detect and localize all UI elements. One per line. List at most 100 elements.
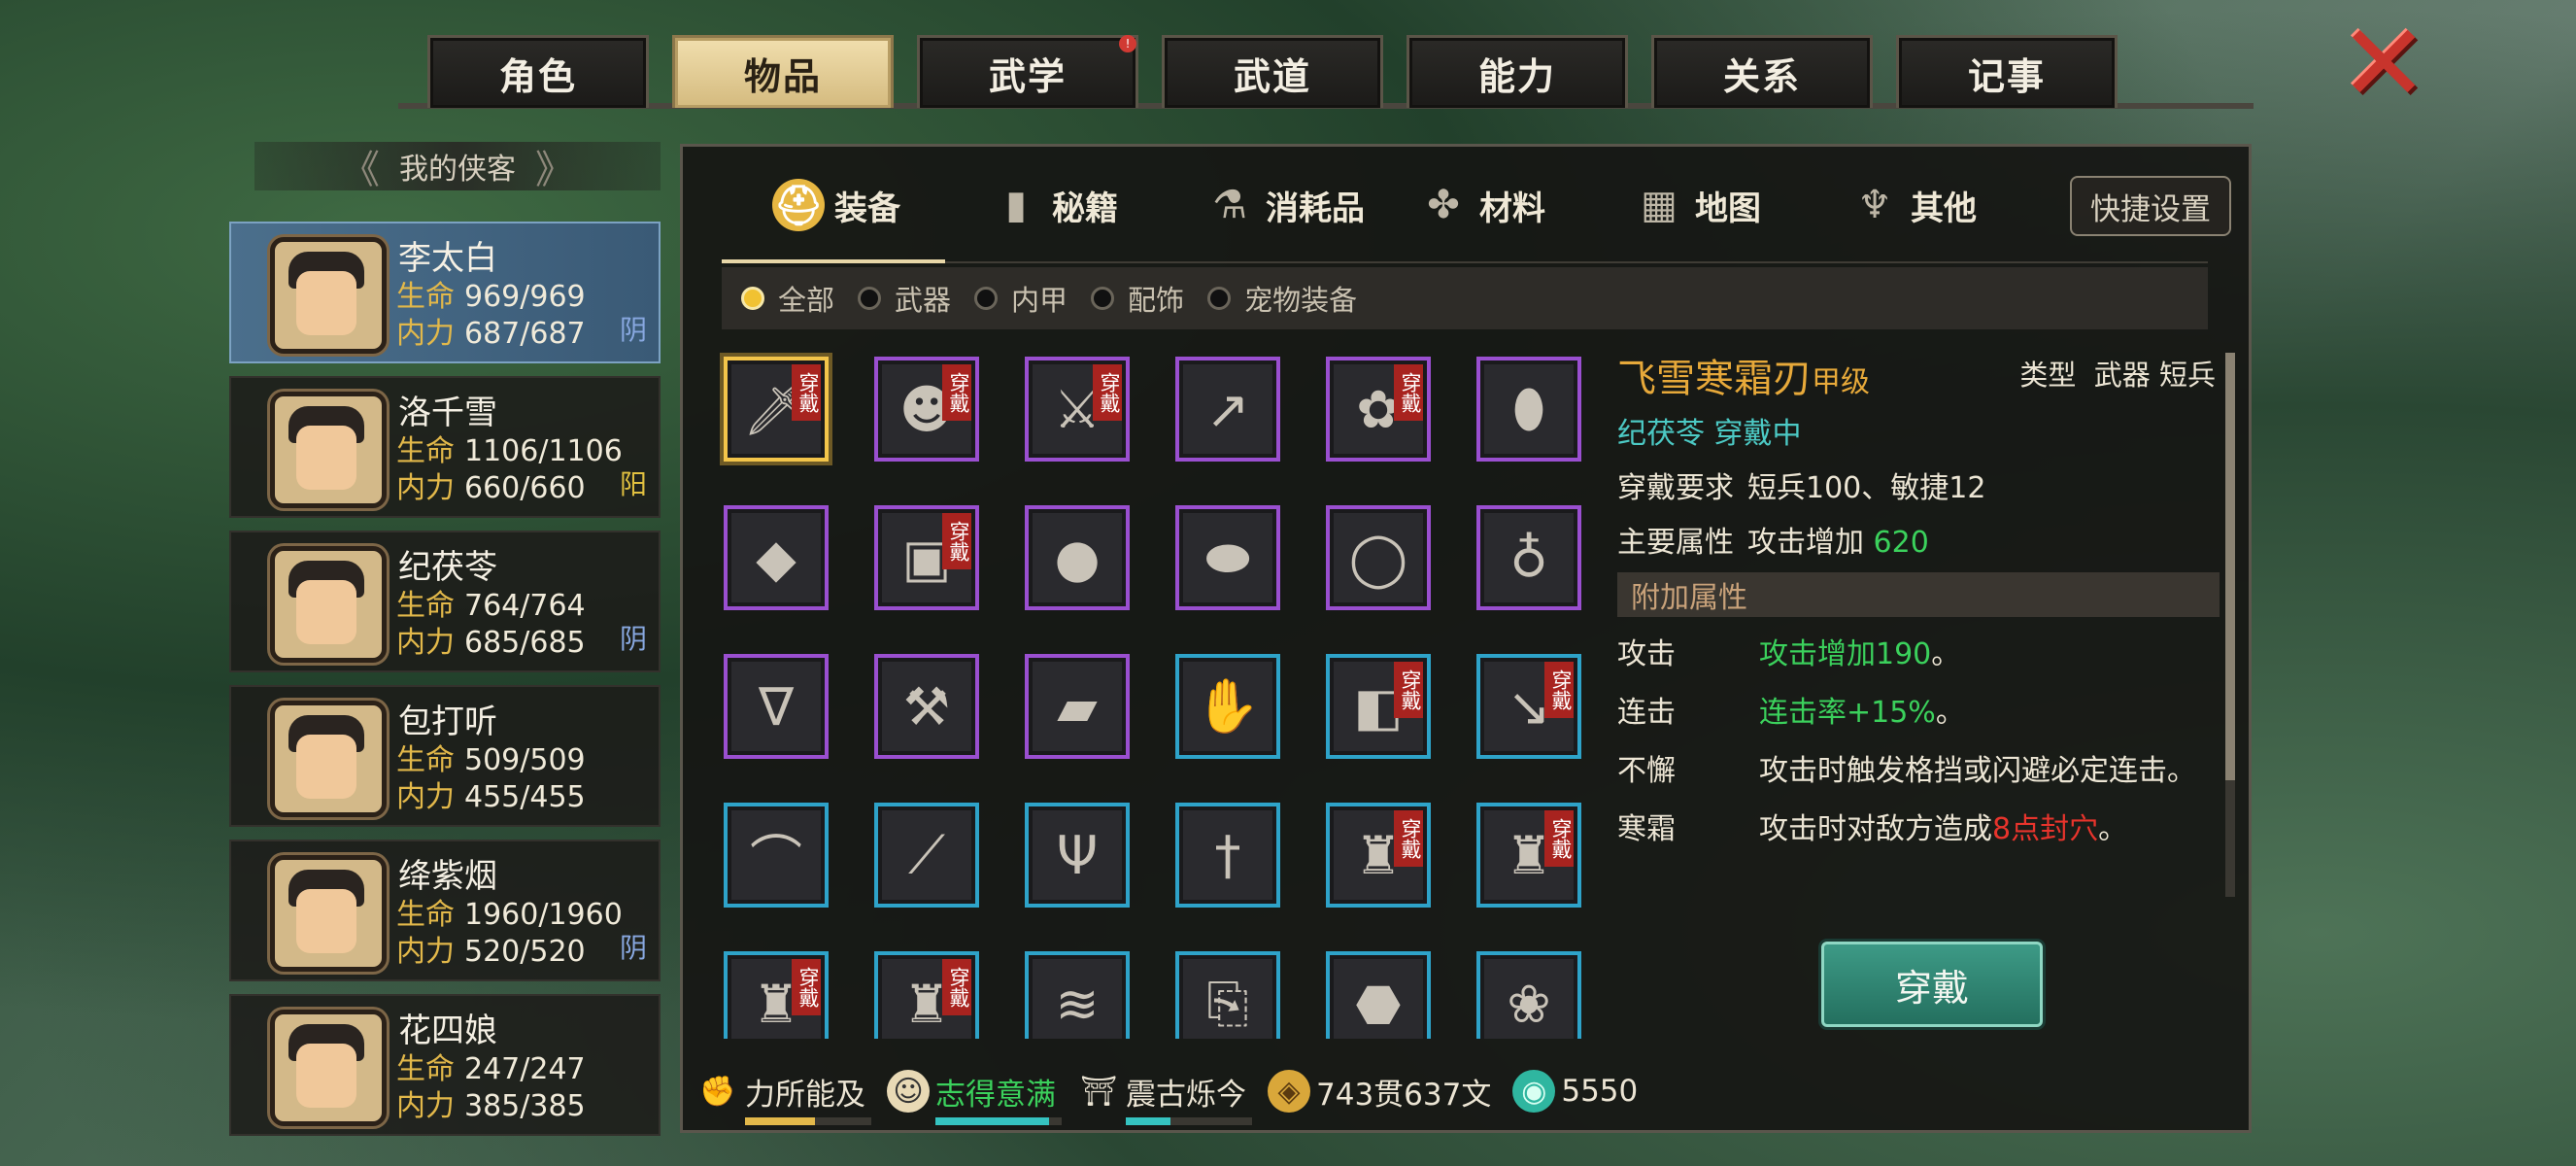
item-slot[interactable]: ▰ xyxy=(1025,654,1130,759)
category-manuals[interactable]: ▮ 秘籍 xyxy=(990,168,1118,242)
status-fame[interactable]: ⛩ 震古烁今 xyxy=(1077,1070,1252,1125)
worn-tag: 穿戴 xyxy=(1394,662,1423,718)
hero-card[interactable]: 洛千雪 生命 1106/1106 内力 660/660 阳 xyxy=(229,376,661,518)
filter-accessory[interactable]: 配饰 xyxy=(1091,278,1184,319)
avatar xyxy=(270,237,387,354)
category-materials[interactable]: ✤ 材料 xyxy=(1417,168,1545,242)
item-slot[interactable]: ⚒ xyxy=(874,654,979,759)
worn-tag: 穿戴 xyxy=(1544,810,1574,867)
category-label: 秘籍 xyxy=(1052,189,1118,228)
filter-inner-armor[interactable]: 内甲 xyxy=(974,278,1068,319)
filter-pet-equipment[interactable]: 宠物装备 xyxy=(1207,278,1357,319)
tab-abilities[interactable]: 能力 xyxy=(1407,35,1628,108)
item-slot[interactable]: ▣ 穿戴 xyxy=(874,505,979,610)
item-slot[interactable]: 🗡 穿戴 xyxy=(724,357,829,462)
filter-weapon[interactable]: 武器 xyxy=(858,278,951,319)
item-slot[interactable]: ◯ xyxy=(1326,505,1431,610)
herb-icon: ✤ xyxy=(1427,183,1460,227)
item-grade: 甲级 xyxy=(1812,365,1870,399)
item-slot[interactable]: ☻ 穿戴 xyxy=(874,357,979,462)
tab-martial-way[interactable]: 武道 xyxy=(1162,35,1383,108)
tab-journal[interactable]: 记事 xyxy=(1896,35,2118,108)
item-slot[interactable]: ♜ 穿戴 xyxy=(1476,803,1581,908)
category-others[interactable]: ♆ 其他 xyxy=(1848,168,1977,242)
item-slot[interactable]: ↘ 穿戴 xyxy=(1476,654,1581,759)
item-slot[interactable]: ⬮ xyxy=(1476,357,1581,462)
status-label: 志得意满 xyxy=(935,1077,1056,1113)
item-slot[interactable]: ✋ xyxy=(1175,654,1280,759)
prev-arrow-icon[interactable]: 《 xyxy=(341,138,380,194)
attr-combo: 连击 连击率+15%。 xyxy=(1617,693,2220,734)
avatar xyxy=(270,1010,387,1126)
hero-card[interactable]: 纪茯苓 生命 764/764 内力 685/685 阴 xyxy=(229,531,661,672)
item-slot[interactable]: ⬣ xyxy=(1326,951,1431,1039)
item-slot[interactable]: ↗ xyxy=(1175,357,1280,462)
item-slot[interactable]: ● xyxy=(1025,505,1130,610)
mp-label: 内力 xyxy=(396,780,455,814)
mp-value: 520/520 xyxy=(464,935,586,969)
worn-tag: 穿戴 xyxy=(1394,364,1423,421)
item-slot[interactable]: ⌒ xyxy=(724,803,829,908)
tab-items[interactable]: 物品 xyxy=(672,35,894,108)
mp-value: 660/660 xyxy=(464,471,586,505)
claw-icon: ≋ xyxy=(1055,973,1100,1035)
close-icon[interactable]: ✕ xyxy=(2339,10,2428,117)
item-slot[interactable]: ⟋ xyxy=(874,803,979,908)
tab-martial-arts[interactable]: 武学 xyxy=(917,35,1138,108)
item-slot[interactable]: ⬬ xyxy=(1175,505,1280,610)
item-type-value: 武器 短兵 xyxy=(2093,359,2216,392)
category-consumables[interactable]: ⚗ 消耗品 xyxy=(1203,168,1365,242)
attr-value: 8点封穴 xyxy=(1992,812,2099,846)
wear-button[interactable]: 穿戴 xyxy=(1821,942,2043,1027)
status-bar-meter xyxy=(745,1116,871,1125)
hero-card[interactable]: 包打听 生命 509/509 内力 455/455 xyxy=(229,685,661,827)
item-slot[interactable]: ⚔ 穿戴 xyxy=(1025,357,1130,462)
item-slot[interactable]: ♁ xyxy=(1476,505,1581,610)
trident-icon: Ψ xyxy=(1056,824,1099,886)
filter-all[interactable]: 全部 xyxy=(741,278,834,319)
attr-frost: 寒霜 攻击时对敌方造成8点封穴。 xyxy=(1617,809,2220,850)
detail-scrollbar-thumb[interactable] xyxy=(2225,353,2235,780)
hero-card[interactable]: 花四娘 生命 247/247 内力 385/385 xyxy=(229,994,661,1136)
tab-relations[interactable]: 关系 xyxy=(1651,35,1873,108)
active-category-underline xyxy=(722,259,945,263)
worn-tag: 穿戴 xyxy=(942,513,971,569)
category-equipment[interactable]: ⛑ 装备 xyxy=(772,168,900,242)
item-slot[interactable]: ◧ 穿戴 xyxy=(1326,654,1431,759)
item-slot[interactable]: ⎘ xyxy=(1175,951,1280,1039)
req-label: 穿戴要求 xyxy=(1617,471,1734,505)
item-slot[interactable]: ∇ xyxy=(724,654,829,759)
worn-tag: 穿戴 xyxy=(1394,810,1423,867)
hero-mp: 内力 687/687 xyxy=(396,309,586,352)
item-slot[interactable]: ≋ xyxy=(1025,951,1130,1039)
attr-value: 攻击增加190 xyxy=(1759,637,1932,671)
bottle-icon: ♁ xyxy=(1509,527,1548,589)
status-mood[interactable]: ☺ 志得意满 xyxy=(887,1070,1062,1125)
alignment-badge: 阴 xyxy=(619,932,647,964)
item-slot[interactable]: ♜ 穿戴 xyxy=(1326,803,1431,908)
hero-list-header: 《 我的侠客 》 xyxy=(254,142,661,192)
worn-tag: 穿戴 xyxy=(942,364,971,421)
item-slot[interactable]: ✿ 穿戴 xyxy=(1326,357,1431,462)
quick-settings-button[interactable]: 快捷设置 xyxy=(2070,176,2231,236)
item-slot[interactable]: ❀ xyxy=(1476,951,1581,1039)
item-slot[interactable]: † xyxy=(1175,803,1280,908)
pearl-icon: ◯ xyxy=(1348,527,1408,589)
strength-icon: ✊ xyxy=(699,1074,736,1109)
mp-label: 内力 xyxy=(396,317,455,351)
item-slot[interactable]: ◆ xyxy=(724,505,829,610)
item-slot[interactable]: ♜ 穿戴 xyxy=(874,951,979,1039)
mp-value: 685/685 xyxy=(464,626,586,660)
hero-card[interactable]: 李太白 生命 969/969 内力 687/687 阴 xyxy=(229,222,661,363)
tab-character[interactable]: 角色 xyxy=(427,35,649,108)
filter-label: 武器 xyxy=(895,284,952,317)
gauntlet-icon: ✋ xyxy=(1195,675,1261,737)
status-bar-meter xyxy=(935,1116,1062,1125)
item-slot[interactable]: Ψ xyxy=(1025,803,1130,908)
next-arrow-icon[interactable]: 》 xyxy=(535,138,574,194)
category-maps[interactable]: ▦ 地图 xyxy=(1633,168,1761,242)
status-strength[interactable]: ✊ 力所能及 xyxy=(696,1070,871,1125)
item-slot[interactable]: ♜ 穿戴 xyxy=(724,951,829,1039)
book-icon: ▮ xyxy=(1004,183,1027,227)
hero-card[interactable]: 绛紫烟 生命 1960/1960 内力 520/520 阴 xyxy=(229,840,661,981)
